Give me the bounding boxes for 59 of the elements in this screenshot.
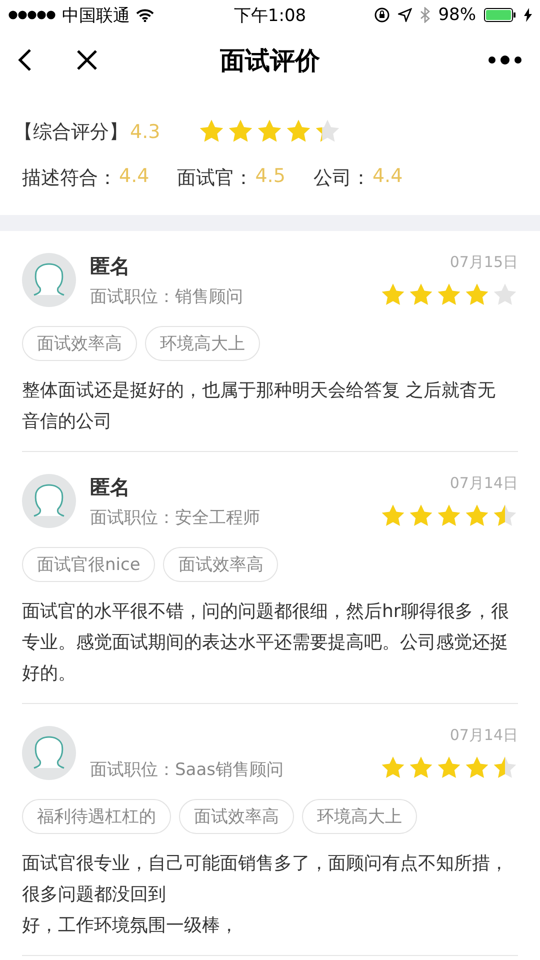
review-date: 07月14日 (450, 726, 518, 745)
battery-icon (484, 8, 516, 22)
star-icon (492, 503, 518, 529)
star-icon (408, 755, 434, 781)
overall-label: 【综合评分】 (14, 120, 128, 144)
star-icon (380, 755, 406, 781)
position-text: 面试职位：Saas销售顾问 (90, 759, 284, 781)
location-icon (398, 8, 412, 22)
signal-icon (8, 10, 56, 20)
charging-icon (524, 8, 532, 22)
star-icon (408, 503, 434, 529)
bluetooth-icon (420, 7, 430, 23)
review-tag: 福利待遇杠杠的 (22, 799, 171, 834)
score-value: 4.4 (119, 165, 150, 189)
star-icon (408, 282, 434, 308)
star-icon (492, 755, 518, 781)
avatar-icon (22, 474, 76, 528)
star-icon (436, 755, 462, 781)
star-icon (492, 282, 518, 308)
score-label: 公司： (313, 166, 370, 191)
avatar-icon (22, 726, 76, 780)
star-icon (436, 503, 462, 529)
rotation-lock-icon (374, 7, 390, 23)
avatar-icon (22, 253, 76, 307)
star-icon (464, 503, 490, 529)
overall-score: 4.3 (130, 120, 160, 142)
review-date: 07月14日 (450, 474, 518, 493)
battery-percent: 98% (438, 5, 476, 25)
star-icon (436, 282, 462, 308)
review-tag: 环境高大上 (145, 326, 260, 361)
star-icon (380, 503, 406, 529)
review-tag: 面试效率高 (179, 799, 294, 834)
reviewer-name: 匿名 (90, 253, 131, 279)
wifi-icon (136, 8, 154, 22)
reviewer-name: 匿名 (90, 474, 131, 500)
position-text: 面试职位：销售顾问 (90, 286, 244, 308)
score-label: 面试官： (177, 166, 254, 191)
review-text: 整体面试还是挺好的，也属于那种明天会给答复 之后就杳无音信的公司 (22, 379, 497, 434)
score-value: 4.4 (372, 165, 403, 189)
close-icon (76, 49, 98, 71)
position-text: 面试职位：安全工程师 (90, 507, 261, 529)
clock-time: 下午1:08 (234, 4, 306, 26)
carrier-name: 中国联通 (62, 4, 130, 26)
review-text: 面试官的水平很不错，问的问题都很细，然后hr聊得很多，很专业。感觉面试期间的表达水平还需要提高吧。公司感觉还挺好的。 (22, 600, 510, 686)
star-icon (464, 755, 490, 781)
review-tag: 面试效率高 (163, 547, 278, 582)
review-date: 07月15日 (450, 253, 518, 272)
review-text: 好，工作环境氛围一级棒， (22, 914, 239, 938)
star-icon (380, 282, 406, 308)
star-icon (464, 282, 490, 308)
review-tag: 环境高大上 (302, 799, 417, 834)
review-tag: 面试效率高 (22, 326, 137, 361)
more-icon (488, 55, 522, 65)
review-text: 面试官很专业，自己可能面销售多了，面顾问有点不知所措，很多问题都没回到 (22, 852, 509, 907)
page-title: 面试评价 (220, 44, 320, 76)
score-label: 描述符合： (22, 166, 117, 191)
review-tag: 面试官很nice (22, 547, 156, 582)
back-icon (18, 48, 32, 72)
score-value: 4.5 (255, 165, 286, 189)
